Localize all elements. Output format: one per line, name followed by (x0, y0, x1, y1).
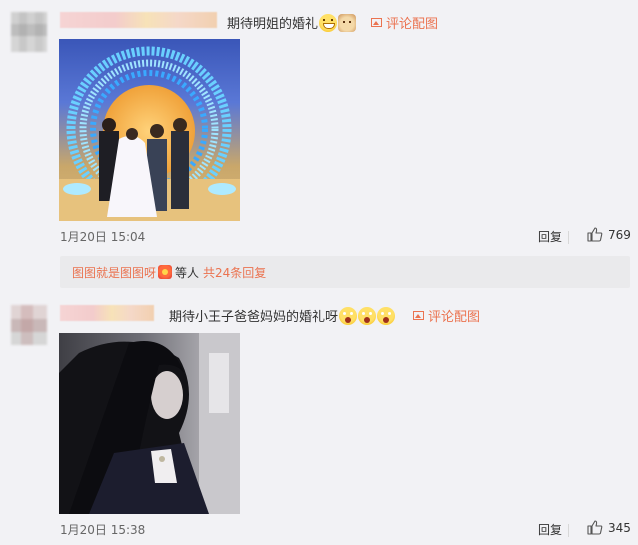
divider (568, 231, 569, 244)
username-blurred[interactable] (60, 12, 217, 28)
pic-comment-label: 评论配图 (386, 17, 439, 32)
avatar[interactable] (11, 12, 47, 52)
divider (568, 524, 569, 537)
comment-text: 期待明姐的婚礼 (227, 13, 357, 32)
comment-text-content: 期待小王子爸爸妈妈的婚礼呀 (169, 310, 339, 325)
shocked-emoji (377, 306, 396, 325)
comment-text: 期待小王子爸爸妈妈的婚礼呀 (169, 306, 396, 325)
reply-count-link[interactable]: 共24条回复 (203, 264, 266, 281)
like-count: 769 (608, 227, 631, 242)
comment-photo[interactable] (59, 333, 240, 514)
view-pic-comment-link[interactable]: 评论配图 (371, 13, 438, 32)
shocked-emoji (358, 306, 377, 325)
vip-badge-icon (158, 265, 173, 279)
shocked-emoji (339, 306, 358, 325)
username-blurred[interactable] (60, 305, 154, 321)
thumbs-up-icon (587, 227, 603, 242)
pic-comment-label: 评论配图 (428, 310, 481, 325)
reply-summary[interactable]: 图图就是图图呀 等人 共24条回复 (60, 256, 630, 288)
reply-user-link[interactable]: 图图就是图图呀 (72, 264, 156, 281)
image-icon (413, 311, 424, 320)
cat-emoji (338, 13, 357, 32)
grin-emoji (319, 13, 338, 32)
view-pic-comment-link[interactable]: 评论配图 (413, 306, 480, 325)
comment-item: 期待小王子爸爸妈妈的婚礼呀 评论配图 1月20日 15:38 回复 345 (0, 292, 638, 545)
comment-text-content: 期待明姐的婚礼 (227, 17, 319, 32)
like-button[interactable]: 345 (587, 520, 631, 535)
comment-photo[interactable] (59, 39, 240, 221)
reply-others-text: 等人 (175, 265, 200, 280)
reply-button[interactable]: 回复 (538, 228, 562, 245)
like-button[interactable]: 769 (587, 227, 631, 242)
comment-time: 1月20日 15:38 (60, 523, 146, 537)
comment-item: 期待明姐的婚礼 评论配图 1月20日 15:04 回复 769 图图就是图图呀 … (0, 0, 638, 288)
like-count: 345 (608, 520, 631, 535)
reply-button[interactable]: 回复 (538, 521, 562, 538)
avatar[interactable] (11, 305, 47, 345)
portrait-photo (59, 333, 240, 514)
thumbs-up-icon (587, 520, 603, 535)
image-icon (371, 18, 382, 27)
wedding-photo (59, 46, 240, 221)
comment-time: 1月20日 15:04 (60, 230, 146, 244)
